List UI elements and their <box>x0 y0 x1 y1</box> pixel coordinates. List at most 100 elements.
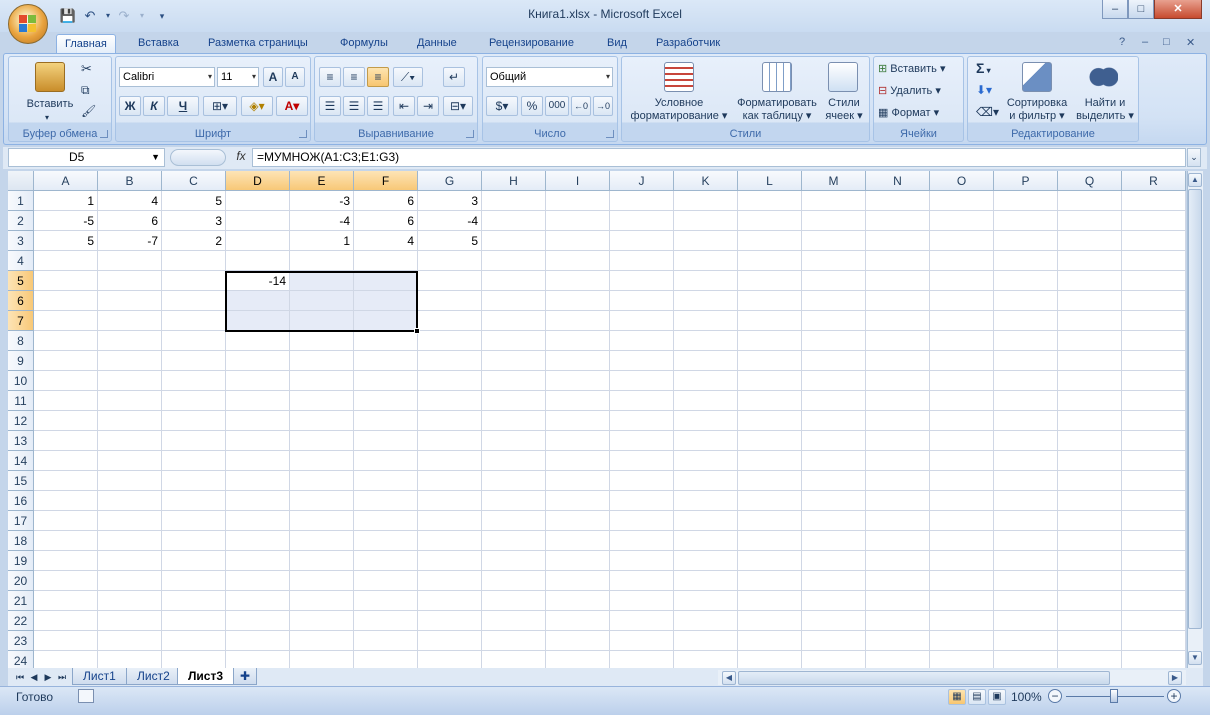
cell-i23[interactable] <box>546 631 610 651</box>
increase-indent-icon[interactable]: ⇥ <box>417 96 439 116</box>
cell-e21[interactable] <box>290 591 354 611</box>
cell-j11[interactable] <box>610 391 674 411</box>
cell-i14[interactable] <box>546 451 610 471</box>
tab-home[interactable]: Главная <box>56 34 116 54</box>
cell-b22[interactable] <box>98 611 162 631</box>
cell-g1[interactable]: 3 <box>418 191 482 211</box>
cell-a1[interactable]: 1 <box>34 191 98 211</box>
cell-o12[interactable] <box>930 411 994 431</box>
column-header[interactable]: C <box>162 171 226 191</box>
cell-i13[interactable] <box>546 431 610 451</box>
cell-f23[interactable] <box>354 631 418 651</box>
cell-g18[interactable] <box>418 531 482 551</box>
sort-filter-button[interactable]: Сортировка и фильтр ▾ <box>1002 97 1072 123</box>
cell-f14[interactable] <box>354 451 418 471</box>
column-header[interactable]: E <box>290 171 354 191</box>
column-header[interactable]: D <box>226 171 290 191</box>
cell-j8[interactable] <box>610 331 674 351</box>
cell-c21[interactable] <box>162 591 226 611</box>
cell-d12[interactable] <box>226 411 290 431</box>
cell-h8[interactable] <box>482 331 546 351</box>
cell-m5[interactable] <box>802 271 866 291</box>
cell-d23[interactable] <box>226 631 290 651</box>
cell-r8[interactable] <box>1122 331 1186 351</box>
cell-n14[interactable] <box>866 451 930 471</box>
cell-k9[interactable] <box>674 351 738 371</box>
cell-k4[interactable] <box>674 251 738 271</box>
cell-c5[interactable] <box>162 271 226 291</box>
cell-g6[interactable] <box>418 291 482 311</box>
column-header[interactable]: I <box>546 171 610 191</box>
cell-j17[interactable] <box>610 511 674 531</box>
cell-e9[interactable] <box>290 351 354 371</box>
cell-p19[interactable] <box>994 551 1058 571</box>
row-header[interactable]: 7 <box>8 311 34 331</box>
minimize-button[interactable]: – <box>1102 0 1128 19</box>
orientation-icon[interactable]: ⟋▾ <box>393 67 423 87</box>
decrease-indent-icon[interactable]: ⇤ <box>393 96 415 116</box>
cell-k22[interactable] <box>674 611 738 631</box>
cell-e4[interactable] <box>290 251 354 271</box>
borders-icon[interactable]: ⊞▾ <box>203 96 237 116</box>
cell-e12[interactable] <box>290 411 354 431</box>
cell-d8[interactable] <box>226 331 290 351</box>
column-header[interactable]: J <box>610 171 674 191</box>
cell-h13[interactable] <box>482 431 546 451</box>
cell-q18[interactable] <box>1058 531 1122 551</box>
cell-r23[interactable] <box>1122 631 1186 651</box>
column-header[interactable]: G <box>418 171 482 191</box>
align-left-icon[interactable]: ☰ <box>319 96 341 116</box>
cell-h3[interactable] <box>482 231 546 251</box>
cell-k16[interactable] <box>674 491 738 511</box>
column-header[interactable]: R <box>1122 171 1186 191</box>
wrap-text-icon[interactable]: ↵ <box>443 67 465 87</box>
cell-r13[interactable] <box>1122 431 1186 451</box>
select-all-button[interactable] <box>8 171 34 191</box>
cell-i2[interactable] <box>546 211 610 231</box>
row-header[interactable]: 6 <box>8 291 34 311</box>
cell-m7[interactable] <box>802 311 866 331</box>
cell-n8[interactable] <box>866 331 930 351</box>
cell-k18[interactable] <box>674 531 738 551</box>
cell-o7[interactable] <box>930 311 994 331</box>
cell-f15[interactable] <box>354 471 418 491</box>
cell-m11[interactable] <box>802 391 866 411</box>
scroll-left-icon[interactable]: ◀ <box>722 671 736 685</box>
cell-c19[interactable] <box>162 551 226 571</box>
align-middle-icon[interactable]: ≡ <box>343 67 365 87</box>
cell-f3[interactable]: 4 <box>354 231 418 251</box>
cell-f1[interactable]: 6 <box>354 191 418 211</box>
row-header[interactable]: 4 <box>8 251 34 271</box>
prev-sheet-icon[interactable]: ◀ <box>28 670 40 684</box>
column-header[interactable]: K <box>674 171 738 191</box>
cell-i22[interactable] <box>546 611 610 631</box>
cell-a7[interactable] <box>34 311 98 331</box>
cell-i15[interactable] <box>546 471 610 491</box>
cell-d24[interactable] <box>226 651 290 668</box>
thousands-button[interactable]: 000 <box>545 96 569 116</box>
cell-k10[interactable] <box>674 371 738 391</box>
zoom-level[interactable]: 100% <box>1011 690 1042 704</box>
cell-q11[interactable] <box>1058 391 1122 411</box>
cell-q4[interactable] <box>1058 251 1122 271</box>
cell-g16[interactable] <box>418 491 482 511</box>
cell-r1[interactable] <box>1122 191 1186 211</box>
cell-c9[interactable] <box>162 351 226 371</box>
cell-m21[interactable] <box>802 591 866 611</box>
row-header[interactable]: 11 <box>8 391 34 411</box>
cell-h23[interactable] <box>482 631 546 651</box>
cell-a4[interactable] <box>34 251 98 271</box>
cell-g11[interactable] <box>418 391 482 411</box>
cell-p12[interactable] <box>994 411 1058 431</box>
name-box[interactable]: D5 ▼ <box>8 148 165 167</box>
row-header[interactable]: 13 <box>8 431 34 451</box>
cell-m14[interactable] <box>802 451 866 471</box>
cell-k11[interactable] <box>674 391 738 411</box>
cell-c14[interactable] <box>162 451 226 471</box>
cell-j9[interactable] <box>610 351 674 371</box>
cell-b1[interactable]: 4 <box>98 191 162 211</box>
cell-i3[interactable] <box>546 231 610 251</box>
paste-button[interactable]: Вставить <box>17 98 83 111</box>
cell-e23[interactable] <box>290 631 354 651</box>
font-launcher-icon[interactable] <box>299 130 307 138</box>
